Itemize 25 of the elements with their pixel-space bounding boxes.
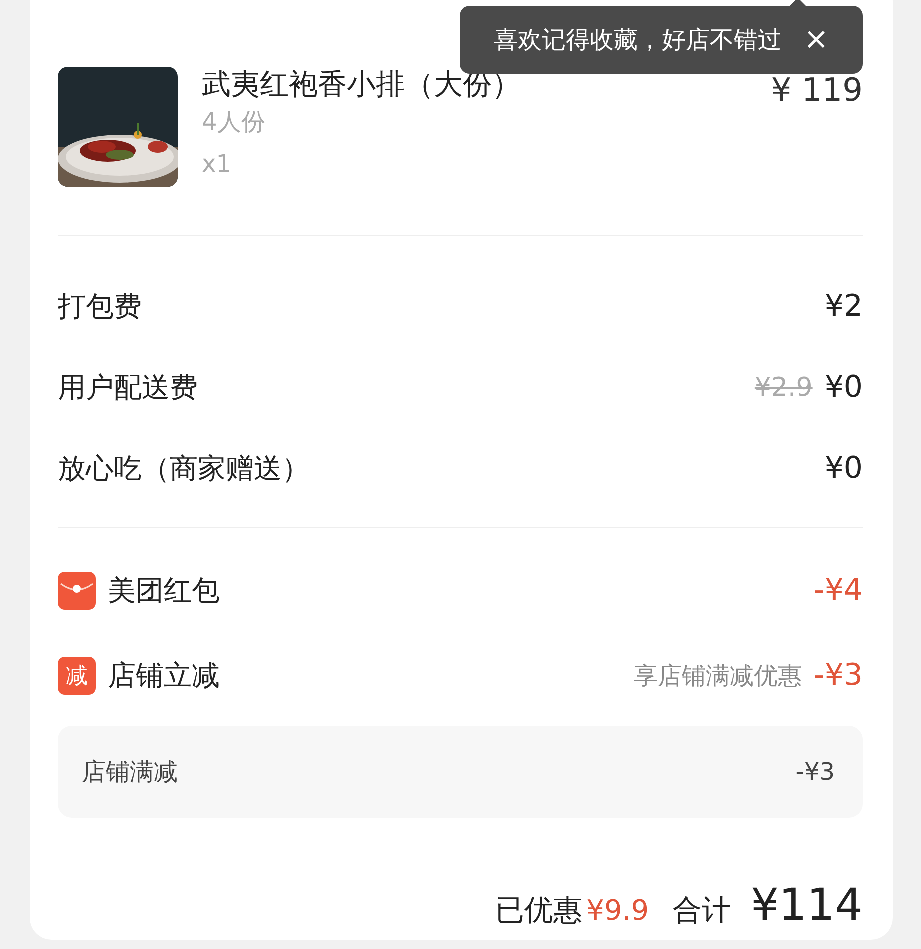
fee-price: ¥2 — [824, 289, 863, 324]
total-label: 合计 — [673, 892, 732, 929]
item-price: ¥ 119 — [771, 73, 863, 107]
total-amount: ¥114 — [751, 880, 863, 931]
discount-label: 美团红包 — [108, 572, 220, 608]
tooltip-text: 喜欢记得收藏，好店不错过 — [494, 25, 782, 56]
fee-price: ¥0 — [824, 370, 863, 405]
discount-amount: -¥4 — [814, 573, 863, 608]
envelope-icon — [58, 572, 96, 610]
original-price: ¥2.9 — [754, 372, 813, 402]
saved-amount: ¥9.9 — [586, 894, 650, 927]
discount-amount: -¥3 — [814, 658, 863, 693]
discount-badge: 减 — [58, 656, 96, 694]
saved-label: 已优惠 — [496, 892, 583, 929]
fee-label: 放心吃（商家赠送） — [58, 450, 310, 486]
fee-label: 用户配送费 — [58, 370, 198, 406]
discount-label: 店铺立减 — [108, 658, 220, 694]
discount-note: 享店铺满减优惠 — [634, 660, 802, 692]
detail-label: 店铺满减 — [82, 757, 178, 788]
close-button[interactable]: × — [804, 25, 830, 55]
fee-label: 打包费 — [58, 288, 142, 324]
fee-price: ¥0 — [824, 451, 863, 486]
item-spec: 4人份 — [202, 107, 266, 138]
item-quantity: x1 — [202, 149, 232, 180]
detail-amount: -¥3 — [796, 758, 835, 786]
